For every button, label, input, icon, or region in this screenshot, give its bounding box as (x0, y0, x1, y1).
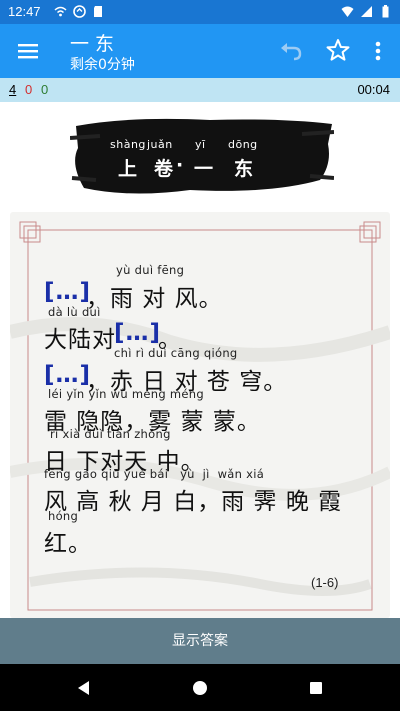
status-time: 12:47 (8, 4, 41, 19)
status-bar: 12:47 (0, 0, 400, 24)
back-icon[interactable] (74, 678, 94, 698)
page-title: 一 东 (70, 33, 115, 55)
undo-icon[interactable] (278, 38, 304, 64)
more-options-icon[interactable] (368, 38, 388, 64)
poem-line-7-pinyin: hóng (48, 509, 79, 523)
star-icon[interactable] (325, 37, 351, 63)
pinyin-dong: dōng (228, 138, 258, 151)
status-left-icons (54, 5, 105, 18)
score-right: 0 (41, 82, 49, 97)
poem-line-6-text: 风 高 秋 月 白，雨 霁 晚 霞 (44, 489, 343, 515)
blank-2[interactable]: […] (114, 320, 161, 346)
score-bar: 4 0 0 00:04 (0, 78, 400, 102)
pinyin-shang: shàng (110, 138, 146, 151)
battery-icon (382, 5, 389, 18)
pinyin-juan: juǎn (147, 138, 173, 151)
section-banner: shàng juǎn yī dōng 上 卷 · 一 东 (70, 114, 334, 200)
poem-line-3-pinyin: chì rì duì cāng qióng (114, 346, 238, 360)
status-right-icons (341, 5, 392, 18)
poem-line-2-text: 大陆对 (44, 327, 116, 353)
home-icon[interactable] (190, 678, 210, 698)
show-answer-button[interactable]: 显示答案 (0, 618, 400, 664)
poem-line-4-pinyin: léi yǐn yǐn wù méng méng (48, 387, 204, 401)
app-bar: 一 东 剩余0分钟 (0, 24, 400, 78)
poem-line-2-pinyin: dà lù duì (48, 305, 101, 319)
banner-char-juan: 卷 (154, 158, 174, 180)
poem-line-6-pinyin: fēng gāo qiū yuè bái yù jì wǎn xiá (44, 467, 265, 481)
poem-line-5-pinyin: rì xià duì tiān zhōng (50, 427, 171, 441)
banner-char-yi: 一 (194, 158, 214, 180)
recents-icon[interactable] (306, 678, 326, 698)
section-counter: (1-6) (311, 575, 339, 590)
banner-char-dong: 东 (234, 158, 254, 180)
banner-char-shang: 上 (118, 158, 138, 180)
cell-signal-icon (361, 6, 372, 17)
time-remaining: 剩余0分钟 (70, 57, 135, 73)
blank-3[interactable]: […] (44, 362, 91, 388)
blank-1[interactable]: […] (44, 279, 91, 305)
sync-icon (73, 5, 86, 18)
pinyin-yi: yī (195, 138, 206, 151)
poem-card: yù duì fēng […] ，雨 对 风。 dà lù duì 大陆对 […… (10, 212, 390, 618)
poem-line-7-text: 红。 (44, 531, 92, 557)
score-wrong: 0 (25, 82, 33, 97)
menu-icon[interactable] (16, 39, 40, 63)
poem-line-1-text: ，雨 对 风。 (86, 286, 223, 312)
wifi-calling-icon (54, 6, 67, 17)
poem-line-1-pinyin: yù duì fēng (116, 263, 185, 277)
wifi-icon (341, 6, 354, 17)
score-total: 4 (9, 82, 17, 97)
elapsed-timer: 00:04 (357, 82, 390, 97)
sd-card-icon (94, 6, 102, 17)
banner-char-dot: · (176, 154, 184, 176)
system-navigation-bar (0, 664, 400, 711)
